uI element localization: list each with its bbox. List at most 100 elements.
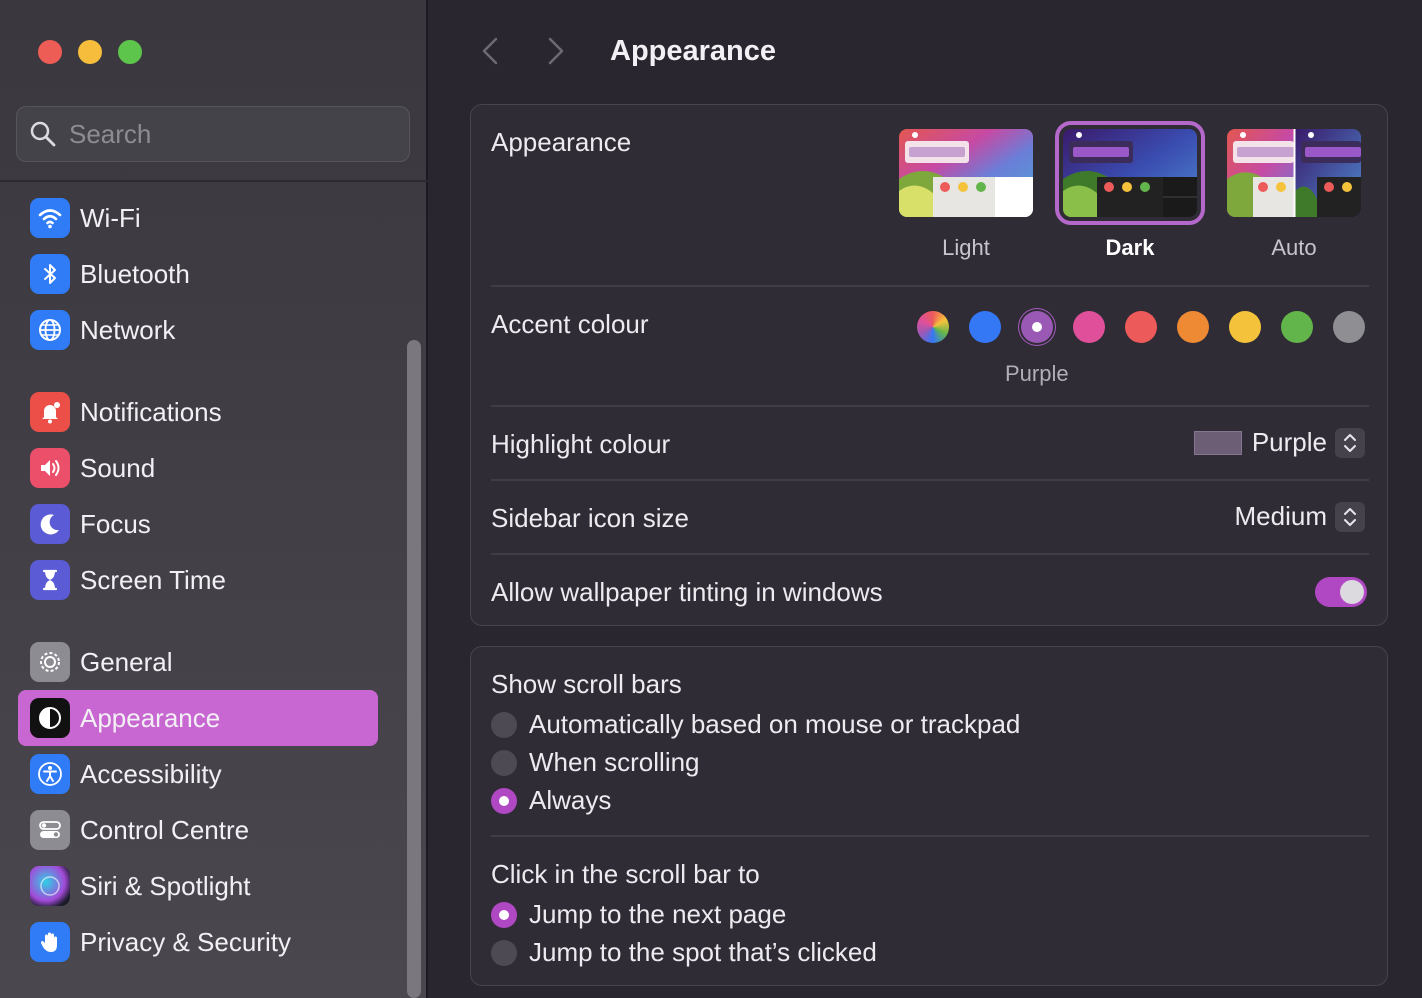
sidebar-item-sound[interactable]: Sound — [18, 440, 378, 496]
radio-scroll-automatic[interactable]: Automatically based on mouse or trackpad — [491, 709, 1020, 740]
radio-label: Automatically based on mouse or trackpad — [529, 709, 1021, 739]
theme-option-light[interactable]: Light — [897, 129, 1035, 261]
sidebar-item-accessibility[interactable]: Accessibility — [18, 746, 378, 802]
toggles-icon — [30, 810, 70, 850]
bell-icon — [30, 392, 70, 432]
appearance-icon — [30, 698, 70, 738]
show-scroll-bars-label: Show scroll bars — [491, 669, 682, 699]
search-field[interactable] — [16, 106, 410, 162]
sidebar-scrollbar-thumb[interactable] — [407, 340, 421, 998]
wallpaper-tinting-toggle[interactable] — [1315, 577, 1367, 607]
sidebar-item-wifi[interactable]: Wi-Fi — [18, 190, 378, 246]
divider — [491, 479, 1369, 481]
speaker-icon — [30, 448, 70, 488]
sidebar-icon-size-value: Medium — [1234, 501, 1327, 531]
divider — [491, 835, 1369, 837]
sidebar-icon-size-label: Sidebar icon size — [491, 503, 689, 533]
accent-swatch-orange[interactable] — [1177, 311, 1209, 343]
appearance-settings-card: Appearance Light Dark Auto Accent colour… — [470, 104, 1388, 626]
sidebar-item-notifications[interactable]: Notifications — [18, 384, 378, 440]
chevron-right-icon — [548, 37, 564, 65]
sidebar-item-label: Notifications — [80, 396, 222, 427]
sidebar-group-system: General Appearance Accessibility Control… — [18, 634, 378, 970]
accent-swatch-yellow[interactable] — [1229, 311, 1261, 343]
theme-label: Auto — [1271, 235, 1317, 260]
radio-scroll-when-scrolling[interactable]: When scrolling — [491, 747, 700, 778]
accent-swatch-green[interactable] — [1281, 311, 1313, 343]
radio-label: Always — [529, 785, 612, 815]
toolbar: Appearance — [470, 20, 776, 82]
sidebar-item-siri-spotlight[interactable]: Siri & Spotlight — [18, 858, 378, 914]
window-controls — [38, 40, 142, 64]
toggle-knob — [1340, 580, 1364, 604]
accent-swatch-graphite[interactable] — [1333, 311, 1365, 343]
sidebar-item-label: Bluetooth — [80, 258, 190, 289]
theme-option-auto[interactable]: Auto — [1225, 129, 1363, 261]
sidebar-group-notifications: Notifications Sound Focus Screen Time — [18, 384, 378, 608]
accent-swatches — [917, 311, 1365, 343]
sidebar-item-general[interactable]: General — [18, 634, 378, 690]
radio-jump-to-spot[interactable]: Jump to the spot that’s clicked — [491, 937, 877, 968]
radio-button[interactable] — [491, 939, 517, 966]
sidebar-item-control-centre[interactable]: Control Centre — [18, 802, 378, 858]
forward-button[interactable] — [536, 31, 576, 71]
accent-swatch-blue[interactable] — [969, 311, 1001, 343]
appearance-label: Appearance — [491, 127, 632, 157]
minimize-button[interactable] — [78, 40, 102, 64]
search-icon — [30, 121, 56, 147]
sidebar-icon-size-popup[interactable]: Medium — [1235, 501, 1365, 532]
radio-scroll-always[interactable]: Always — [491, 785, 611, 816]
click-scroll-bar-label: Click in the scroll bar to — [491, 859, 760, 889]
highlight-colour-swatch — [1193, 430, 1242, 455]
sidebar-item-label: Screen Time — [80, 564, 226, 595]
accessibility-icon — [30, 754, 70, 794]
sidebar-item-bluetooth[interactable]: Bluetooth — [18, 246, 378, 302]
divider — [491, 405, 1369, 407]
sidebar-item-label: Network — [80, 314, 176, 345]
close-button[interactable] — [38, 40, 62, 64]
sidebar: Wi-Fi Bluetooth Network Notifications — [0, 0, 428, 998]
highlight-colour-value: Purple — [1251, 427, 1327, 457]
auto-theme-preview — [1227, 129, 1361, 217]
radio-label: Jump to the next page — [529, 899, 787, 929]
back-button[interactable] — [470, 31, 510, 71]
highlight-colour-popup[interactable]: Purple — [1193, 427, 1365, 458]
sidebar-item-network[interactable]: Network — [18, 302, 378, 358]
theme-option-dark[interactable]: Dark — [1055, 121, 1205, 261]
sidebar-scrollbar[interactable] — [405, 340, 423, 998]
sidebar-item-label: Control Centre — [80, 814, 250, 845]
accent-swatch-purple[interactable] — [1021, 311, 1053, 343]
radio-jump-next-page[interactable]: Jump to the next page — [491, 899, 786, 930]
sidebar-item-label: Privacy & Security — [80, 926, 291, 957]
gear-icon — [30, 642, 70, 682]
bluetooth-icon — [30, 254, 70, 294]
search-input[interactable] — [69, 118, 389, 150]
divider — [491, 285, 1369, 287]
wifi-icon — [30, 198, 70, 238]
page-title: Appearance — [610, 34, 777, 67]
zoom-button[interactable] — [118, 40, 142, 64]
accent-swatch-pink[interactable] — [1073, 311, 1105, 343]
sidebar-divider — [0, 180, 428, 182]
sidebar-item-screen-time[interactable]: Screen Time — [18, 552, 378, 608]
sidebar-item-label: Focus — [80, 508, 151, 539]
sidebar-item-privacy-security[interactable]: Privacy & Security — [18, 914, 378, 970]
accent-colour-name: Purple — [1005, 361, 1069, 386]
divider — [491, 553, 1369, 555]
theme-label: Dark — [1105, 235, 1155, 260]
sidebar-group-network: Wi-Fi Bluetooth Network — [18, 190, 378, 358]
wallpaper-tinting-label: Allow wallpaper tinting in windows — [491, 577, 883, 607]
radio-button[interactable] — [491, 901, 517, 928]
selected-dot — [1032, 322, 1042, 332]
sidebar-item-label: Accessibility — [80, 758, 222, 789]
accent-swatch-red[interactable] — [1125, 311, 1157, 343]
sidebar-item-focus[interactable]: Focus — [18, 496, 378, 552]
radio-button[interactable] — [491, 711, 517, 738]
radio-button[interactable] — [491, 787, 517, 814]
up-down-chevron-icon — [1335, 501, 1365, 532]
sidebar-item-appearance[interactable]: Appearance — [18, 690, 378, 746]
globe-icon — [30, 310, 70, 350]
accent-swatch-multicolor[interactable] — [917, 311, 949, 343]
radio-button[interactable] — [491, 749, 517, 776]
radio-label: When scrolling — [529, 747, 700, 777]
